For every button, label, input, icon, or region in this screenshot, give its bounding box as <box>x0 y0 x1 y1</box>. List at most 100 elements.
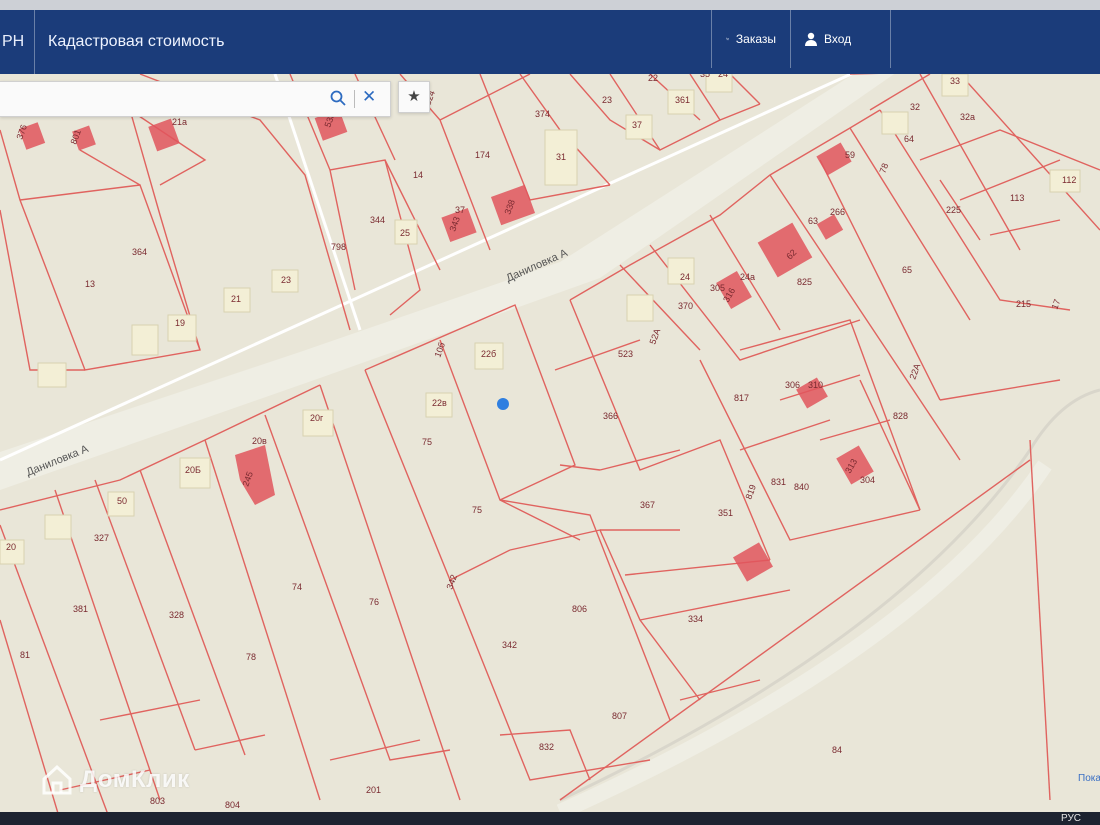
parcel-number-label: 33 <box>950 76 960 86</box>
parcel-number-label: 78 <box>877 162 890 175</box>
favorite-star-button[interactable]: ★ <box>398 81 430 113</box>
parcel-number-label: 112 <box>1062 175 1076 185</box>
search-bar: ✕ <box>0 81 391 117</box>
parcel-number-label: 306 <box>785 380 800 390</box>
parcel-number-label: 32 <box>910 102 920 112</box>
parcel-number-label: 84 <box>832 745 842 755</box>
street-band <box>0 74 895 490</box>
screen-bezel <box>0 0 1100 10</box>
orders-button[interactable]: Заказы <box>711 10 790 68</box>
parcel-number-label: 817 <box>734 393 749 403</box>
parcel-number-label: 174 <box>475 150 490 160</box>
parcel-number-label: 523 <box>618 349 633 359</box>
location-marker[interactable] <box>497 398 509 410</box>
parcel-number-label: 328 <box>169 610 184 620</box>
search-input[interactable] <box>8 88 312 112</box>
parcel-number-label: 831 <box>771 477 786 487</box>
parcel-number-label: 806 <box>572 604 587 614</box>
language-indicator[interactable]: РУС <box>1061 812 1081 825</box>
parcel-number-label: 64 <box>904 134 914 144</box>
parcel-number-label: 215 <box>1016 299 1031 309</box>
parcel-number-label: 807 <box>612 711 627 721</box>
parcel-number-label: 22в <box>432 398 447 408</box>
parcel-number-label: 361 <box>675 95 690 105</box>
parcel-number-label: 14 <box>413 170 423 180</box>
parcel-number-label: 201 <box>366 785 381 795</box>
parcel-number-label: 37 <box>455 205 465 215</box>
parcel-number-label: 24 <box>718 74 728 79</box>
parcel-number-label: 21 <box>231 294 241 304</box>
watermark-text: ДомКлик <box>80 766 190 793</box>
parcel-number-label: 52А <box>647 327 662 345</box>
map-canvas[interactable]: Даниловка А Даниловка А 37680121а3205383… <box>0 74 1100 825</box>
road-arc <box>559 388 1100 802</box>
parcel-number-label: 113 <box>1010 193 1024 203</box>
parcel-number-label: 327 <box>94 533 109 543</box>
parcel-number-label: 23 <box>281 275 291 285</box>
parcel-number-label: 798 <box>331 242 346 252</box>
parcel-number-label: 342 <box>502 640 517 650</box>
parcel-number-label: 75 <box>422 437 432 447</box>
parcel-number-label: 74 <box>292 582 302 592</box>
parcel-number-label: 24 <box>680 272 690 282</box>
parcel-number-label: 266 <box>830 207 845 217</box>
parcel-number-label: 65 <box>902 265 912 275</box>
parcel-number-label: 50 <box>117 496 127 506</box>
parcel-number-label: 35 <box>700 74 710 79</box>
parcel-number-label: 10б <box>432 341 447 359</box>
parcel-number-label: 334 <box>688 614 703 624</box>
login-label: Вход <box>824 32 852 46</box>
parcel-number-label: 225 <box>946 205 961 215</box>
cart-icon <box>726 37 729 41</box>
parcel-number-label: 20в <box>252 436 267 446</box>
search-icon[interactable] <box>330 90 346 106</box>
parcel-number-label: 78 <box>246 652 256 662</box>
search-separator <box>354 90 355 108</box>
parcel-number-label: 32а <box>960 112 975 122</box>
parcel-number-label: 13 <box>85 279 95 289</box>
parcel-boundaries <box>0 74 1100 821</box>
parcel-number-label: 21а <box>172 117 187 127</box>
parcel-number-label: 840 <box>794 482 809 492</box>
parcel-number-label: 828 <box>893 411 908 421</box>
road-arc-band <box>556 460 1052 820</box>
house-logo-icon <box>42 764 72 795</box>
parcel-number-label: 351 <box>718 508 733 518</box>
clear-search-icon[interactable]: ✕ <box>362 87 376 107</box>
parcel-number-label: 825 <box>797 277 812 287</box>
parcel-number-label: 381 <box>73 604 88 614</box>
parcel-number-label: 25 <box>400 228 410 238</box>
parcel-number-label: 23 <box>602 95 612 105</box>
parcel-number-label: 364 <box>132 247 147 257</box>
parcel-number-label: 22 <box>648 74 658 83</box>
parcel-number-label: 19 <box>175 318 185 328</box>
parcel-number-label: 20г <box>310 413 324 423</box>
parcel-number-label: 344 <box>370 215 385 225</box>
cadastral-map[interactable]: Даниловка А Даниловка А 37680121а3205383… <box>0 74 1100 825</box>
parcel-number-label: 59 <box>845 150 855 160</box>
parcel-number-label: 832 <box>539 742 554 752</box>
login-button[interactable]: Вход <box>790 10 890 68</box>
parcel-number-label: 24а <box>740 272 755 282</box>
parcel-number-label: 804 <box>225 800 240 810</box>
parcel-number-label: 370 <box>678 301 693 311</box>
parcel-number-label: 31 <box>556 152 566 162</box>
user-icon <box>805 32 817 46</box>
parcel-number-label: 367 <box>640 500 655 510</box>
brand-logo[interactable]: РН <box>0 10 35 74</box>
side-link[interactable]: Показ <box>1078 773 1100 784</box>
parcel-number-label: 81 <box>20 650 30 660</box>
parcel-number-label: 63 <box>808 216 818 226</box>
parcel-number-label: 374 <box>535 109 550 119</box>
parcel-number-label: 37 <box>632 120 642 130</box>
parcel-number-label: 76 <box>369 597 379 607</box>
parcel-number-label: 342 <box>444 573 459 591</box>
parcel-number-label: 305 <box>710 283 725 293</box>
parcel-number-label: 366 <box>603 411 618 421</box>
domclick-watermark: ДомКлик <box>40 760 190 800</box>
parcel-number-label: 819 <box>743 483 758 501</box>
parcel-labels: 37680121а3205383241743742322361352437333… <box>6 74 1076 810</box>
parcel-number-label: 310 <box>808 380 823 390</box>
page-title[interactable]: Кадастровая стоимость <box>48 10 224 74</box>
os-taskbar: РУС <box>0 812 1100 825</box>
